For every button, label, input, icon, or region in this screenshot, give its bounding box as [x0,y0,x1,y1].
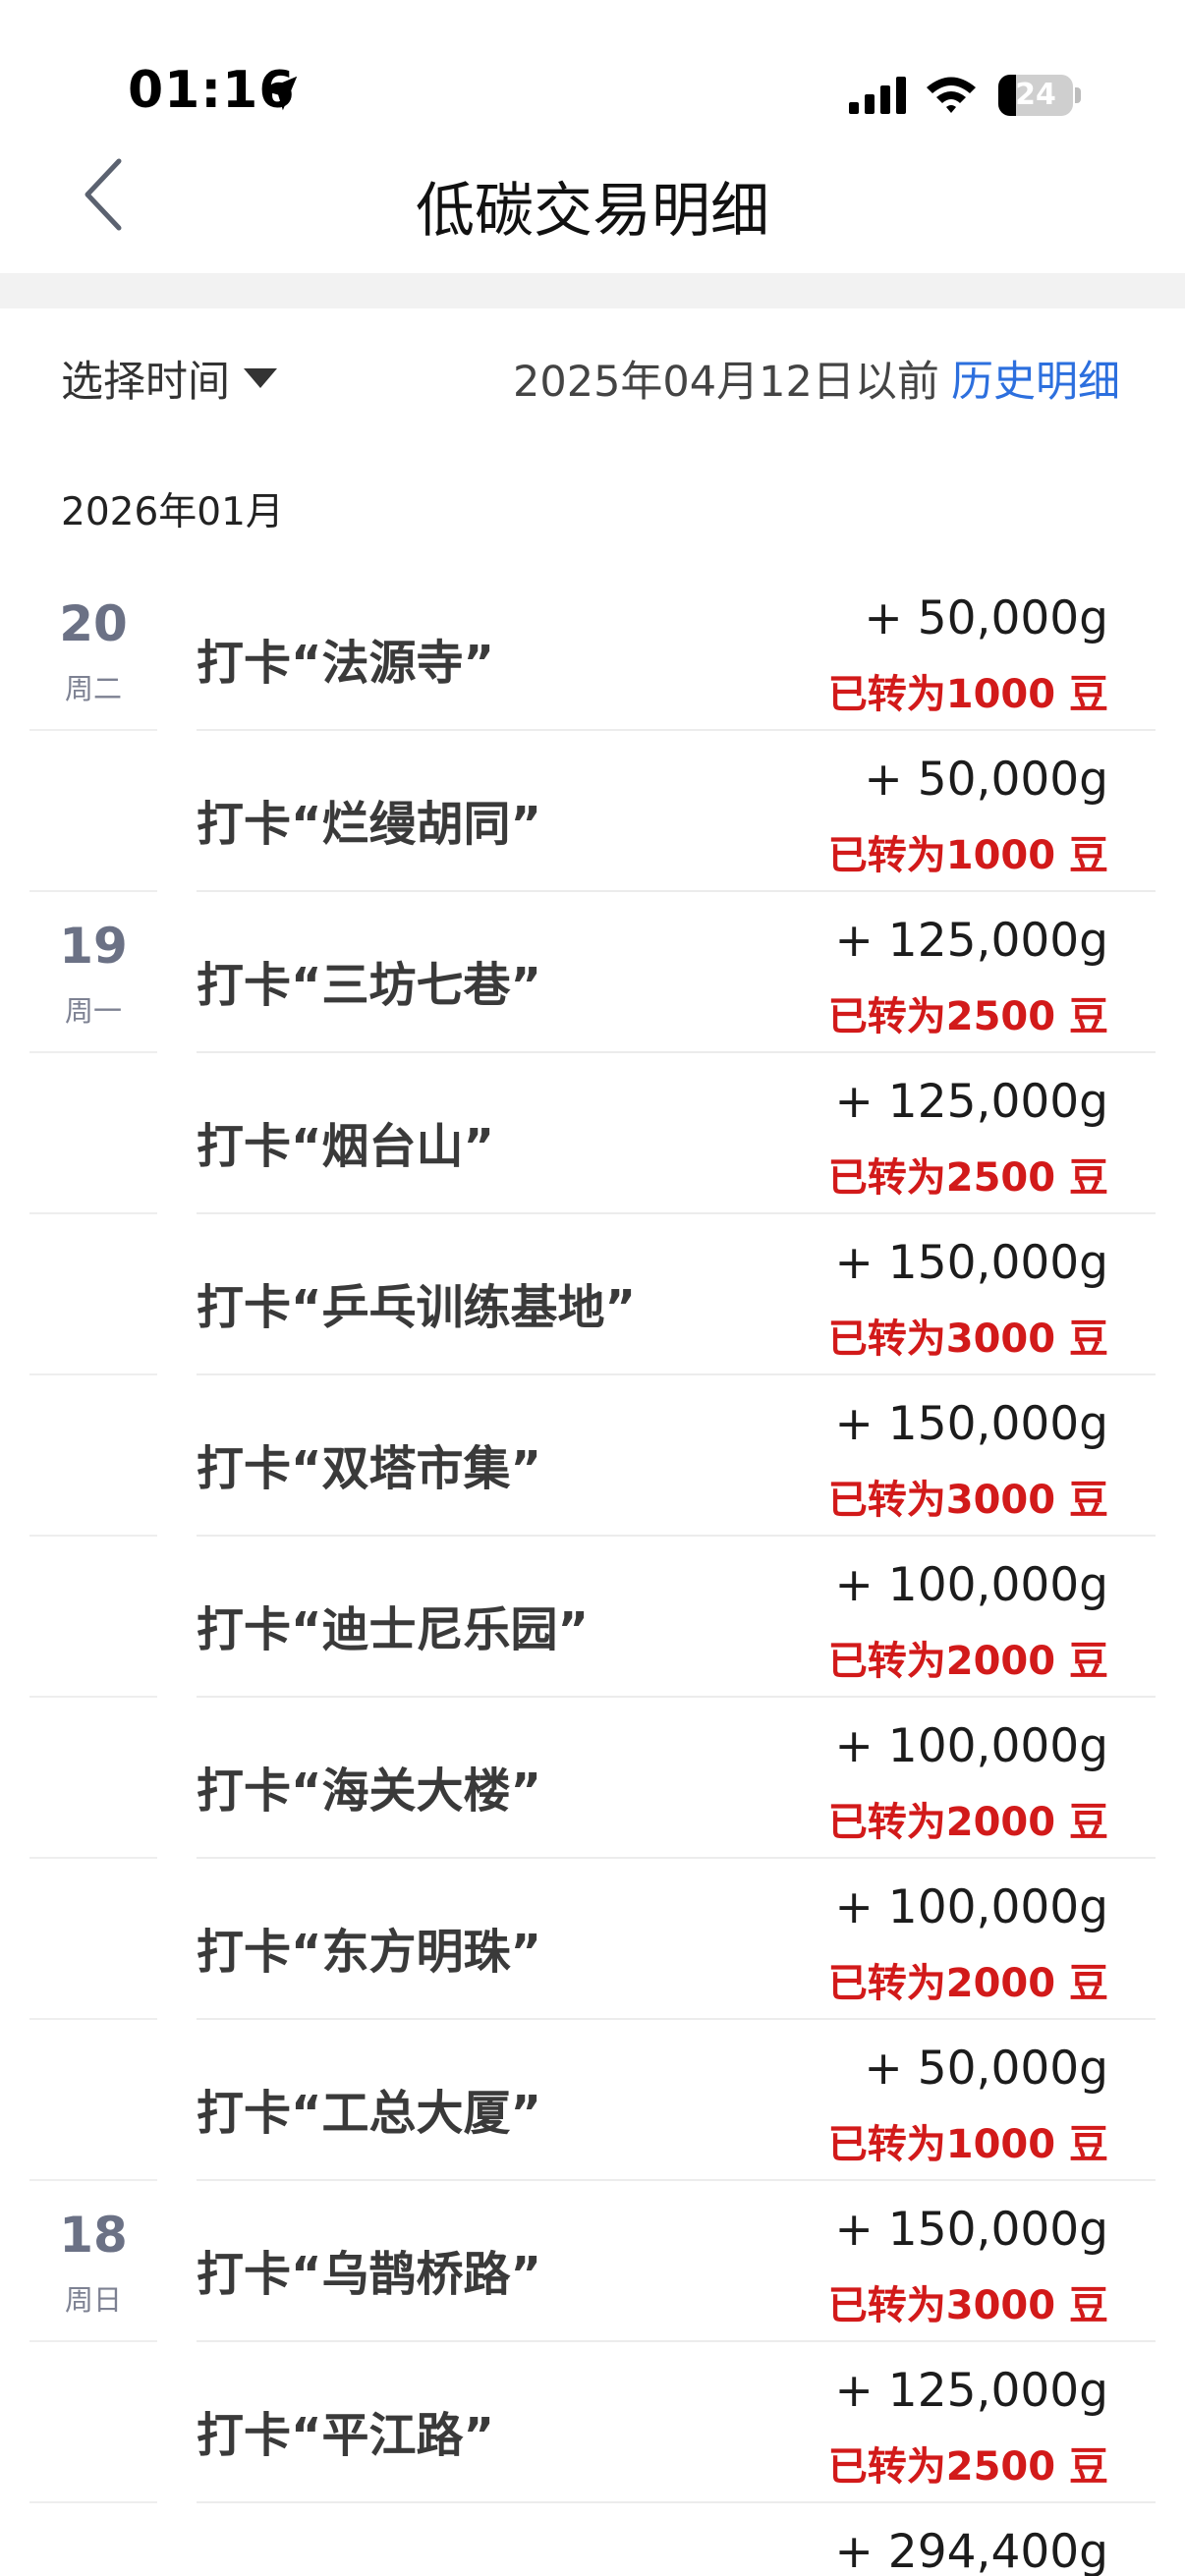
carbon-amount: + 50,000g [864,753,1108,807]
transaction-row[interactable]: 18 周日 打卡“乌鹊桥路” + 150,000g 已转为3000 豆 [0,2181,1185,2342]
transaction-title: 打卡“迪士尼乐园” [197,1602,590,1657]
day-number: 20 [59,595,128,652]
weekday-label: 周二 [64,672,122,705]
transaction-title: 打卡“烟台山” [197,1119,495,1174]
transaction-row[interactable]: + 294,400g [0,2503,1185,2576]
weekday-label: 周一 [64,994,122,1028]
cellular-signal-icon [849,77,906,114]
day-number: 19 [59,918,128,975]
converted-beans: 已转为2000 豆 [827,1961,1108,2006]
transaction-title: 打卡“乒乓训练基地” [197,1280,637,1335]
transaction-row[interactable]: 打卡“烟台山” + 125,000g 已转为2500 豆 [0,1053,1185,1214]
wifi-icon [927,77,976,113]
history-detail-link[interactable]: 历史明细 [951,348,1120,409]
carbon-amount: + 150,000g [834,1236,1108,1290]
transaction-title: 打卡“双塔市集” [197,1441,542,1496]
battery-percent: 24 [1015,78,1056,112]
carbon-amount: + 150,000g [834,1397,1108,1451]
transaction-title: 打卡“海关大楼” [197,1764,542,1819]
battery-body: 24 [998,75,1073,116]
converted-beans: 已转为2500 豆 [827,1155,1108,1201]
transaction-title: 打卡“烂缦胡同” [197,797,542,852]
carbon-amount: + 100,000g [834,1719,1108,1773]
transaction-row[interactable]: 打卡“双塔市集” + 150,000g 已转为3000 豆 [0,1375,1185,1537]
transaction-row[interactable]: 打卡“海关大楼” + 100,000g 已转为2000 豆 [0,1698,1185,1859]
battery-tip [1075,87,1081,103]
carbon-amount: + 100,000g [834,1880,1108,1934]
status-bar: 01:16 24 [0,0,1185,147]
converted-beans: 已转为1000 豆 [827,672,1108,717]
converted-beans: 已转为2000 豆 [827,1800,1108,1845]
month-header: 2026年01月 [61,490,284,534]
carbon-amount: + 150,000g [834,2203,1108,2257]
nav-header: 低碳交易明细 [0,147,1185,273]
caret-down-icon [244,368,277,388]
converted-beans: 已转为2000 豆 [827,1639,1108,1684]
transaction-title: 打卡“乌鹊桥路” [197,2247,542,2302]
section-divider [0,273,1185,308]
transaction-row[interactable]: 打卡“东方明珠” + 100,000g 已转为2000 豆 [0,1859,1185,2020]
carbon-amount: + 100,000g [834,1558,1108,1612]
converted-beans: 已转为1000 豆 [827,2122,1108,2167]
transaction-row[interactable]: 打卡“乒乓训练基地” + 150,000g 已转为3000 豆 [0,1214,1185,1375]
transaction-row[interactable]: 打卡“迪士尼乐园” + 100,000g 已转为2000 豆 [0,1537,1185,1698]
transaction-title: 打卡“三坊七巷” [197,958,542,1013]
converted-beans: 已转为3000 豆 [827,2283,1108,2328]
carbon-amount: + 125,000g [834,1075,1108,1129]
converted-beans: 已转为3000 豆 [827,1478,1108,1523]
transaction-row[interactable]: 打卡“烂缦胡同” + 50,000g 已转为1000 豆 [0,731,1185,892]
carbon-amount: + 294,400g [834,2525,1108,2576]
location-arrow-icon [262,76,298,111]
weekday-label: 周日 [64,2283,122,2317]
date-group: 18 周日 [29,2181,157,2342]
transaction-row[interactable]: 20 周二 打卡“法源寺” + 50,000g 已转为1000 豆 [0,570,1185,731]
transaction-row[interactable]: 19 周一 打卡“三坊七巷” + 125,000g 已转为2500 豆 [0,892,1185,1053]
carbon-amount: + 50,000g [864,2042,1108,2096]
converted-beans: 已转为1000 豆 [827,833,1108,878]
day-number: 18 [59,2207,128,2264]
transaction-title: 打卡“东方明珠” [197,1925,542,1980]
transaction-row[interactable]: 打卡“平江路” + 125,000g 已转为2500 豆 [0,2342,1185,2503]
converted-beans: 已转为2500 豆 [827,2444,1108,2490]
transaction-list: 20 周二 打卡“法源寺” + 50,000g 已转为1000 豆打卡“烂缦胡同” + 5… [0,570,1185,2576]
converted-beans: 已转为2500 豆 [827,994,1108,1039]
carbon-amount: + 125,000g [834,2364,1108,2418]
battery-indicator: 24 [998,75,1081,116]
filter-row: 选择时间 2025年04月12日以前 历史明细 [0,308,1185,446]
transaction-title: 打卡“平江路” [197,2408,495,2463]
page: 01:16 24 低碳交易明细 选择时间 2025年04月12日以前 历史明细 … [0,0,1185,2576]
carbon-amount: + 50,000g [864,591,1108,645]
transaction-title: 打卡“法源寺” [197,636,495,691]
carbon-amount: + 125,000g [834,914,1108,968]
converted-beans: 已转为3000 豆 [827,1316,1108,1362]
date-group: 20 周二 [29,570,157,731]
select-time-dropdown[interactable]: 选择时间 [61,348,277,409]
page-title: 低碳交易明细 [416,177,769,246]
date-note: 2025年04月12日以前 [513,358,939,407]
date-group: 19 周一 [29,892,157,1053]
transaction-row[interactable]: 打卡“工总大厦” + 50,000g 已转为1000 豆 [0,2020,1185,2181]
select-time-label: 选择时间 [61,358,230,407]
transaction-title: 打卡“工总大厦” [197,2086,542,2141]
